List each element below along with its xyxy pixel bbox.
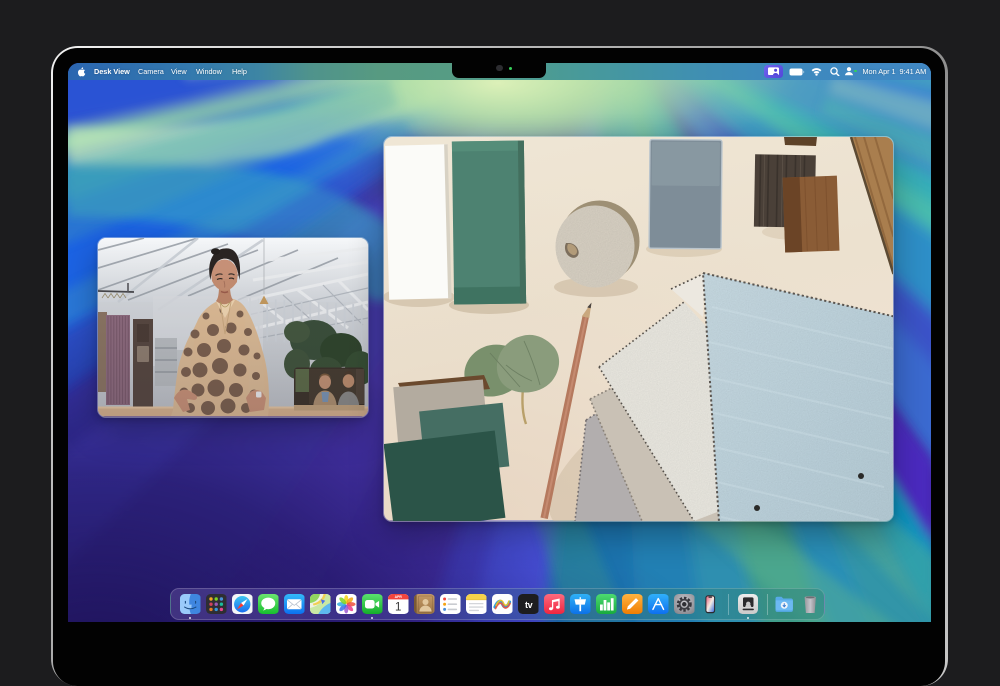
svg-text:1: 1 bbox=[395, 601, 401, 613]
svg-text:tv: tv bbox=[525, 600, 533, 610]
svg-text:APR: APR bbox=[395, 595, 403, 599]
